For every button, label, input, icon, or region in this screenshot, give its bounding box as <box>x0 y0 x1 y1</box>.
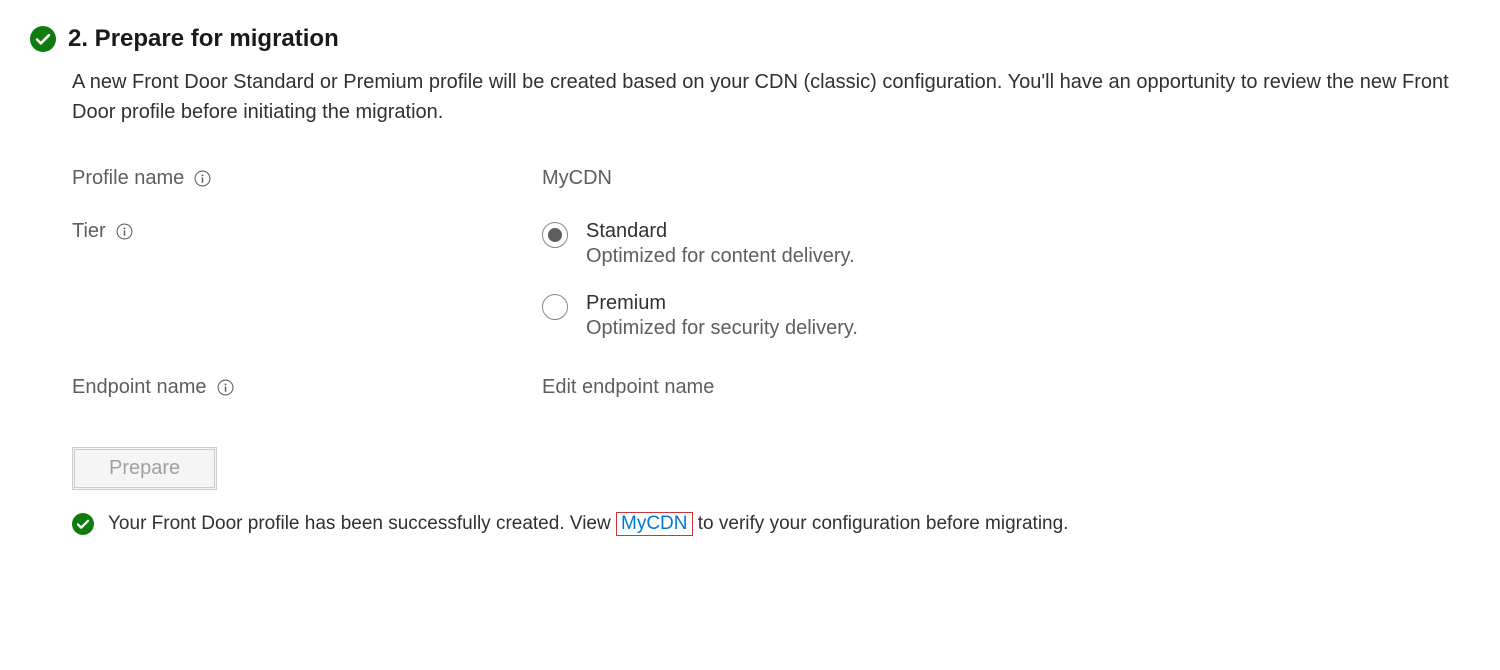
radio-button-selected-icon <box>542 222 568 248</box>
status-suffix: to verify your configuration before migr… <box>693 513 1069 534</box>
tier-row: Tier Standard Optimized for content deli… <box>72 220 1470 340</box>
tier-option-premium-text: Premium Optimized for security delivery. <box>586 292 858 340</box>
tier-option-standard[interactable]: Standard Optimized for content delivery. <box>542 220 858 268</box>
info-icon[interactable] <box>116 223 133 240</box>
profile-name-value: MyCDN <box>542 167 612 190</box>
profile-name-label: Profile name <box>72 167 542 190</box>
info-icon[interactable] <box>194 170 211 187</box>
info-icon[interactable] <box>217 379 234 396</box>
profile-name-label-text: Profile name <box>72 167 184 190</box>
endpoint-name-value[interactable]: Edit endpoint name <box>542 376 714 399</box>
checkmark-icon <box>72 513 94 535</box>
profile-link[interactable]: MyCDN <box>621 513 688 534</box>
radio-label: Premium <box>586 292 858 315</box>
section-title: 2. Prepare for migration <box>68 25 339 53</box>
tier-radio-group: Standard Optimized for content delivery.… <box>542 220 858 340</box>
profile-name-row: Profile name MyCDN <box>72 167 1470 190</box>
radio-description: Optimized for security delivery. <box>586 317 858 340</box>
status-row: Your Front Door profile has been success… <box>72 512 1470 536</box>
endpoint-name-row: Endpoint name Edit endpoint name <box>72 376 1470 399</box>
checkmark-icon <box>30 26 56 52</box>
tier-label-text: Tier <box>72 220 106 243</box>
endpoint-name-label-text: Endpoint name <box>72 376 207 399</box>
status-message: Your Front Door profile has been success… <box>108 512 1068 536</box>
tier-label: Tier <box>72 220 542 243</box>
endpoint-name-label: Endpoint name <box>72 376 542 399</box>
radio-label: Standard <box>586 220 855 243</box>
radio-description: Optimized for content delivery. <box>586 245 855 268</box>
radio-button-unselected-icon <box>542 294 568 320</box>
prepare-button[interactable]: Prepare <box>72 447 217 490</box>
section-header: 2. Prepare for migration <box>30 25 1470 53</box>
section-description: A new Front Door Standard or Premium pro… <box>72 67 1470 127</box>
tier-option-standard-text: Standard Optimized for content delivery. <box>586 220 855 268</box>
highlight-box: MyCDN <box>616 512 693 536</box>
status-prefix: Your Front Door profile has been success… <box>108 513 616 534</box>
tier-option-premium[interactable]: Premium Optimized for security delivery. <box>542 292 858 340</box>
